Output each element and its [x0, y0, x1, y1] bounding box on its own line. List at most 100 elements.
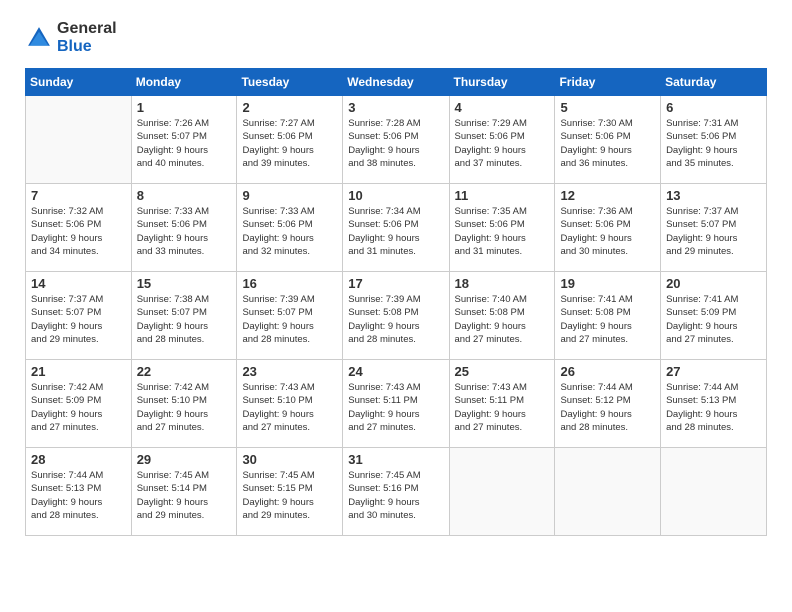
- day-number: 31: [348, 452, 443, 467]
- week-row-3: 14 Sunrise: 7:37 AM Sunset: 5:07 PM Dayli…: [26, 272, 767, 360]
- day-info: Sunrise: 7:28 AM Sunset: 5:06 PM Dayligh…: [348, 117, 443, 170]
- day-info: Sunrise: 7:27 AM Sunset: 5:06 PM Dayligh…: [242, 117, 337, 170]
- day-info: Sunrise: 7:39 AM Sunset: 5:08 PM Dayligh…: [348, 293, 443, 346]
- day-number: 30: [242, 452, 337, 467]
- day-number: 7: [31, 188, 126, 203]
- calendar-cell: 6 Sunrise: 7:31 AM Sunset: 5:06 PM Daylig…: [661, 96, 767, 184]
- calendar-cell: 8 Sunrise: 7:33 AM Sunset: 5:06 PM Daylig…: [131, 184, 237, 272]
- day-number: 6: [666, 100, 761, 115]
- day-info: Sunrise: 7:45 AM Sunset: 5:16 PM Dayligh…: [348, 469, 443, 522]
- day-info: Sunrise: 7:35 AM Sunset: 5:06 PM Dayligh…: [455, 205, 550, 258]
- calendar-cell: 29 Sunrise: 7:45 AM Sunset: 5:14 PM Dayli…: [131, 448, 237, 536]
- day-info: Sunrise: 7:42 AM Sunset: 5:10 PM Dayligh…: [137, 381, 232, 434]
- day-info: Sunrise: 7:41 AM Sunset: 5:09 PM Dayligh…: [666, 293, 761, 346]
- day-number: 9: [242, 188, 337, 203]
- day-info: Sunrise: 7:44 AM Sunset: 5:12 PM Dayligh…: [560, 381, 655, 434]
- weekday-header-row: SundayMondayTuesdayWednesdayThursdayFrid…: [26, 69, 767, 96]
- logo: General Blue: [25, 20, 117, 56]
- calendar-cell: 5Sunrise: 7:30 AM Sunset: 5:06 PM Daylig…: [555, 96, 661, 184]
- weekday-wednesday: Wednesday: [343, 69, 449, 96]
- weekday-tuesday: Tuesday: [237, 69, 343, 96]
- day-info: Sunrise: 7:45 AM Sunset: 5:15 PM Dayligh…: [242, 469, 337, 522]
- calendar-cell: 14 Sunrise: 7:37 AM Sunset: 5:07 PM Dayli…: [26, 272, 132, 360]
- day-number: 14: [31, 276, 126, 291]
- weekday-sunday: Sunday: [26, 69, 132, 96]
- day-number: 5: [560, 100, 655, 115]
- day-number: 17: [348, 276, 443, 291]
- calendar-cell: [26, 96, 132, 184]
- page: General Blue SundayMondayTuesdayWednesda…: [0, 0, 792, 612]
- day-info: Sunrise: 7:38 AM Sunset: 5:07 PM Dayligh…: [137, 293, 232, 346]
- day-number: 26: [560, 364, 655, 379]
- calendar-cell: 10 Sunrise: 7:34 AM Sunset: 5:06 PM Dayli…: [343, 184, 449, 272]
- day-number: 22: [137, 364, 232, 379]
- header: General Blue: [25, 20, 767, 56]
- calendar-cell: 24Sunrise: 7:43 AM Sunset: 5:11 PM Dayli…: [343, 360, 449, 448]
- day-number: 20: [666, 276, 761, 291]
- calendar-cell: 12Sunrise: 7:36 AM Sunset: 5:06 PM Dayli…: [555, 184, 661, 272]
- calendar-cell: 2 Sunrise: 7:27 AM Sunset: 5:06 PM Daylig…: [237, 96, 343, 184]
- day-info: Sunrise: 7:44 AM Sunset: 5:13 PM Dayligh…: [666, 381, 761, 434]
- day-info: Sunrise: 7:42 AM Sunset: 5:09 PM Dayligh…: [31, 381, 126, 434]
- day-number: 4: [455, 100, 550, 115]
- day-number: 1: [137, 100, 232, 115]
- calendar-cell: 18 Sunrise: 7:40 AM Sunset: 5:08 PM Dayli…: [449, 272, 555, 360]
- weekday-thursday: Thursday: [449, 69, 555, 96]
- day-info: Sunrise: 7:34 AM Sunset: 5:06 PM Dayligh…: [348, 205, 443, 258]
- calendar-cell: 17 Sunrise: 7:39 AM Sunset: 5:08 PM Dayli…: [343, 272, 449, 360]
- calendar-cell: 1 Sunrise: 7:26 AM Sunset: 5:07 PM Daylig…: [131, 96, 237, 184]
- calendar-cell: 28Sunrise: 7:44 AM Sunset: 5:13 PM Dayli…: [26, 448, 132, 536]
- day-info: Sunrise: 7:45 AM Sunset: 5:14 PM Dayligh…: [137, 469, 232, 522]
- calendar-cell: 20 Sunrise: 7:41 AM Sunset: 5:09 PM Dayli…: [661, 272, 767, 360]
- calendar-cell: 22 Sunrise: 7:42 AM Sunset: 5:10 PM Dayli…: [131, 360, 237, 448]
- calendar-cell: 30 Sunrise: 7:45 AM Sunset: 5:15 PM Dayli…: [237, 448, 343, 536]
- day-number: 12: [560, 188, 655, 203]
- day-number: 29: [137, 452, 232, 467]
- day-info: Sunrise: 7:41 AM Sunset: 5:08 PM Dayligh…: [560, 293, 655, 346]
- calendar-cell: 9Sunrise: 7:33 AM Sunset: 5:06 PM Daylig…: [237, 184, 343, 272]
- week-row-4: 21Sunrise: 7:42 AM Sunset: 5:09 PM Dayli…: [26, 360, 767, 448]
- day-info: Sunrise: 7:44 AM Sunset: 5:13 PM Dayligh…: [31, 469, 126, 522]
- calendar-cell: [661, 448, 767, 536]
- day-number: 15: [137, 276, 232, 291]
- calendar-cell: 16 Sunrise: 7:39 AM Sunset: 5:07 PM Dayli…: [237, 272, 343, 360]
- logo-text: General Blue: [57, 20, 117, 56]
- calendar-table: SundayMondayTuesdayWednesdayThursdayFrid…: [25, 68, 767, 536]
- day-info: Sunrise: 7:33 AM Sunset: 5:06 PM Dayligh…: [137, 205, 232, 258]
- day-info: Sunrise: 7:31 AM Sunset: 5:06 PM Dayligh…: [666, 117, 761, 170]
- calendar-cell: 21Sunrise: 7:42 AM Sunset: 5:09 PM Dayli…: [26, 360, 132, 448]
- day-info: Sunrise: 7:32 AM Sunset: 5:06 PM Dayligh…: [31, 205, 126, 258]
- calendar-cell: [555, 448, 661, 536]
- day-number: 13: [666, 188, 761, 203]
- calendar-cell: [449, 448, 555, 536]
- day-info: Sunrise: 7:37 AM Sunset: 5:07 PM Dayligh…: [666, 205, 761, 258]
- weekday-monday: Monday: [131, 69, 237, 96]
- day-info: Sunrise: 7:37 AM Sunset: 5:07 PM Dayligh…: [31, 293, 126, 346]
- day-number: 3: [348, 100, 443, 115]
- weekday-saturday: Saturday: [661, 69, 767, 96]
- day-info: Sunrise: 7:43 AM Sunset: 5:11 PM Dayligh…: [455, 381, 550, 434]
- calendar-cell: 15 Sunrise: 7:38 AM Sunset: 5:07 PM Dayli…: [131, 272, 237, 360]
- weekday-friday: Friday: [555, 69, 661, 96]
- day-number: 23: [242, 364, 337, 379]
- calendar-cell: 13 Sunrise: 7:37 AM Sunset: 5:07 PM Dayli…: [661, 184, 767, 272]
- day-info: Sunrise: 7:29 AM Sunset: 5:06 PM Dayligh…: [455, 117, 550, 170]
- logo-icon: [25, 24, 53, 52]
- day-number: 8: [137, 188, 232, 203]
- calendar-cell: 11 Sunrise: 7:35 AM Sunset: 5:06 PM Dayli…: [449, 184, 555, 272]
- day-number: 10: [348, 188, 443, 203]
- calendar-cell: 23Sunrise: 7:43 AM Sunset: 5:10 PM Dayli…: [237, 360, 343, 448]
- calendar-cell: 26 Sunrise: 7:44 AM Sunset: 5:12 PM Dayli…: [555, 360, 661, 448]
- day-number: 11: [455, 188, 550, 203]
- day-number: 2: [242, 100, 337, 115]
- day-number: 16: [242, 276, 337, 291]
- day-info: Sunrise: 7:40 AM Sunset: 5:08 PM Dayligh…: [455, 293, 550, 346]
- week-row-1: 1 Sunrise: 7:26 AM Sunset: 5:07 PM Daylig…: [26, 96, 767, 184]
- day-info: Sunrise: 7:26 AM Sunset: 5:07 PM Dayligh…: [137, 117, 232, 170]
- calendar-cell: 3 Sunrise: 7:28 AM Sunset: 5:06 PM Daylig…: [343, 96, 449, 184]
- day-info: Sunrise: 7:39 AM Sunset: 5:07 PM Dayligh…: [242, 293, 337, 346]
- day-number: 27: [666, 364, 761, 379]
- day-number: 18: [455, 276, 550, 291]
- calendar-cell: 31 Sunrise: 7:45 AM Sunset: 5:16 PM Dayli…: [343, 448, 449, 536]
- calendar-cell: 7 Sunrise: 7:32 AM Sunset: 5:06 PM Daylig…: [26, 184, 132, 272]
